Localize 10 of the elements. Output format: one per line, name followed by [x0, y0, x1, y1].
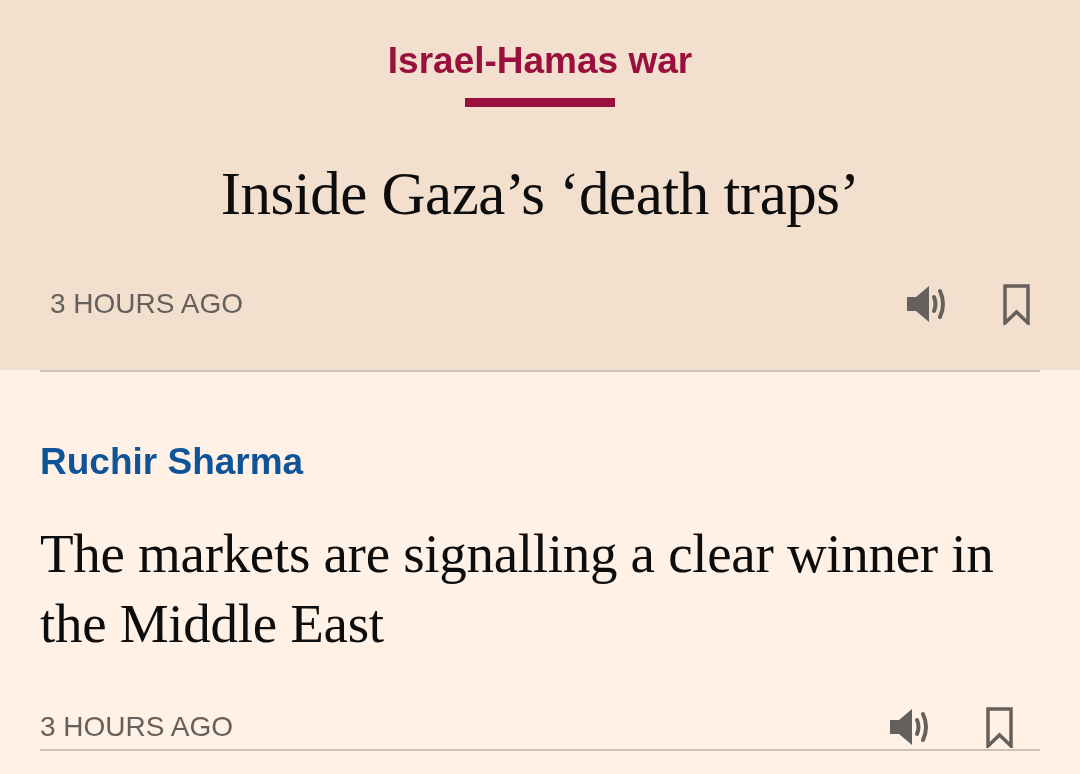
speaker-icon[interactable]	[907, 285, 947, 323]
bookmark-icon[interactable]	[986, 706, 1013, 748]
speaker-icon[interactable]	[890, 708, 930, 746]
story-headline[interactable]: The markets are signalling a clear winner in the Middle East	[40, 519, 1040, 659]
story-timestamp: 3 HOURS AGO	[40, 710, 233, 744]
story-topic-link[interactable]: Israel-Hamas war	[387, 38, 693, 84]
bookmark-icon[interactable]	[1003, 283, 1030, 325]
story-headline[interactable]: Inside Gaza’s ‘death traps’	[220, 159, 860, 229]
story-timestamp: 3 HOURS AGO	[50, 287, 243, 321]
story-topic-link[interactable]: Ruchir Sharma	[40, 439, 304, 485]
